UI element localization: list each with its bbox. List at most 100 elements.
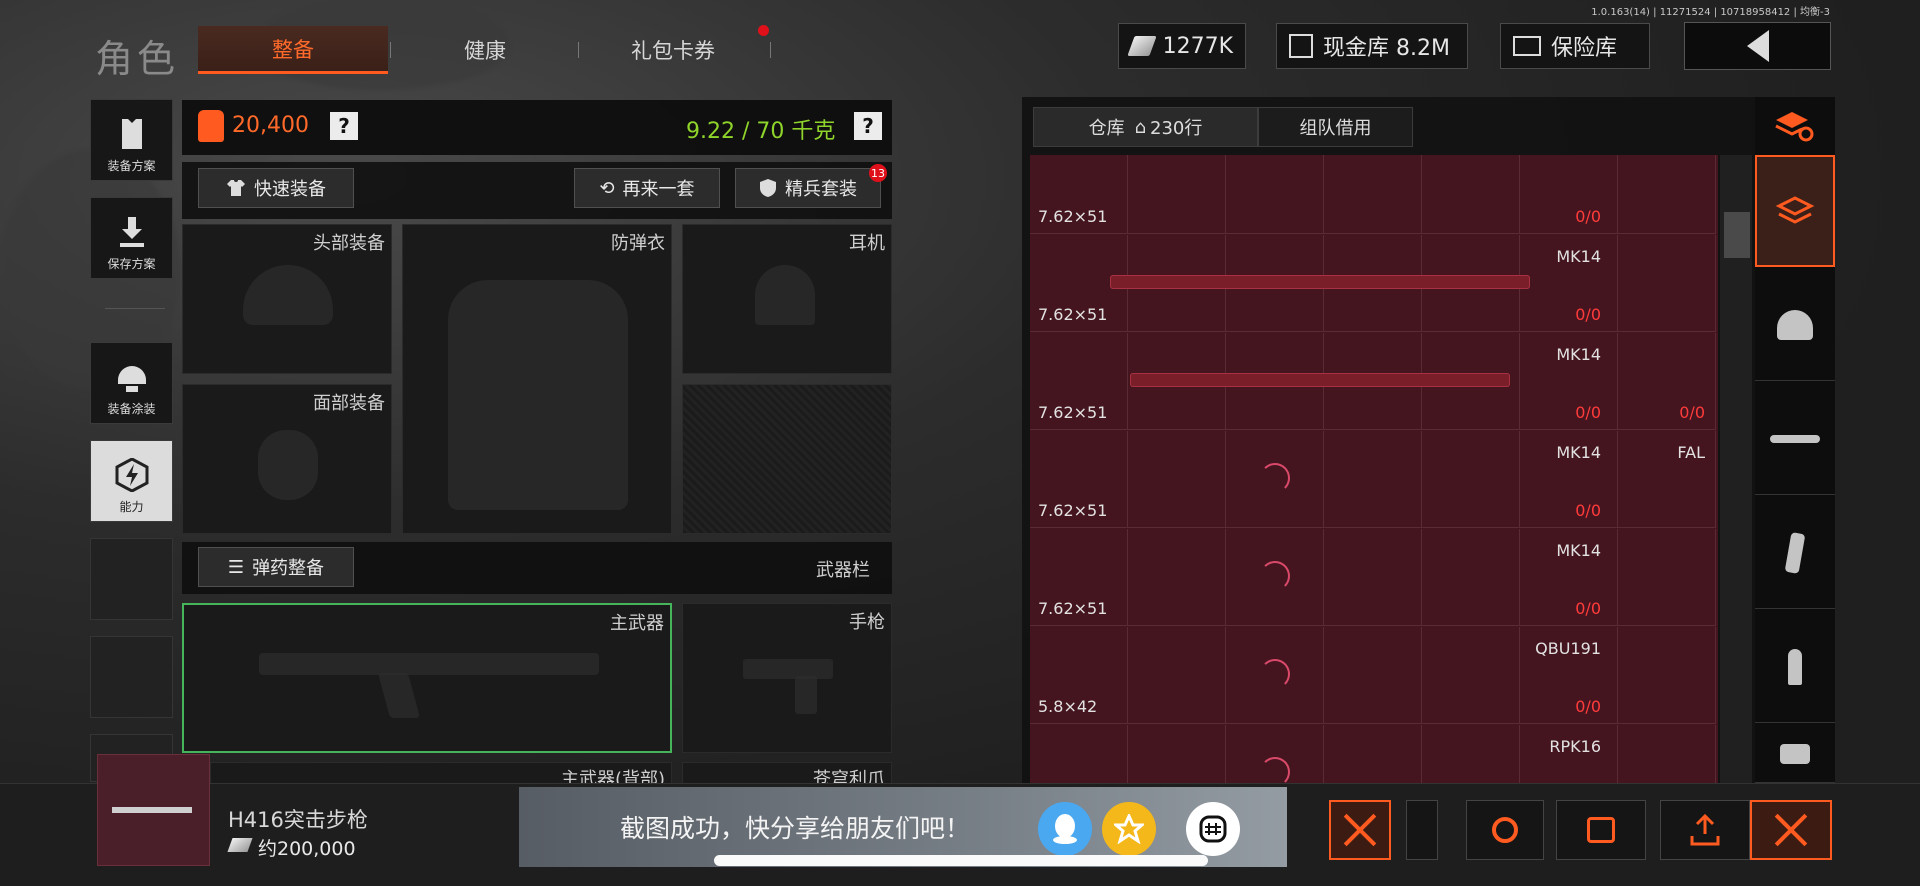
sidebar-ability[interactable]: 能力 — [90, 440, 173, 522]
stock-count-secondary: 0/0 — [1679, 403, 1705, 422]
grid-cell[interactable] — [1618, 529, 1716, 626]
warehouse-row[interactable]: 7.62×51 MK14 0/0 0/0 — [1030, 333, 1718, 430]
close-icon — [1774, 813, 1808, 847]
warehouse-row[interactable]: 5.8×42 QBU191 0/0 — [1030, 627, 1718, 724]
slot-body-armor[interactable]: 防弹衣 — [402, 224, 672, 534]
sidebar-empty-slot — [90, 636, 173, 718]
refresh-icon: ⟲ — [599, 177, 615, 199]
vault-icon — [1289, 34, 1313, 58]
grid-cell[interactable] — [1618, 155, 1716, 234]
grid-cell[interactable] — [1030, 725, 1128, 785]
warehouse-row[interactable]: 7.62×51 MK14 0/0 — [1030, 529, 1718, 626]
grid-cell[interactable] — [1128, 529, 1226, 626]
tab-team-borrow[interactable]: 组队借用 — [1258, 107, 1413, 147]
bullet-icon — [1788, 648, 1802, 685]
grid-cell[interactable] — [1128, 627, 1226, 724]
category-armor[interactable] — [1755, 725, 1835, 783]
caliber-label: 7.62×51 — [1038, 403, 1108, 422]
slot-helmet[interactable]: 头部装备 — [182, 224, 392, 374]
grid-cell[interactable] — [1422, 725, 1520, 785]
grid-cell[interactable] — [1128, 431, 1226, 528]
grid-cell[interactable] — [1226, 155, 1324, 234]
weapon-name: MK14 — [1556, 247, 1601, 266]
grid-cell[interactable] — [1324, 725, 1422, 785]
warehouse-row[interactable]: 7.62×51 0/0 — [1030, 155, 1718, 234]
qzone-share-icon[interactable] — [1102, 802, 1156, 856]
grid-cell[interactable] — [1128, 155, 1226, 234]
notification-dot — [758, 25, 769, 36]
cash-vault-button[interactable]: 现金库 8.2M — [1276, 23, 1468, 69]
search-button[interactable] — [1466, 800, 1544, 860]
ammo-loadout-button[interactable]: ☰ 弹药整备 — [198, 547, 354, 587]
game-share-icon[interactable] — [1186, 802, 1240, 856]
sidebar-save-plan[interactable]: 保存方案 — [90, 197, 173, 279]
grid-cell[interactable] — [1422, 431, 1520, 528]
download-icon — [119, 217, 144, 247]
category-rifle[interactable] — [1755, 383, 1835, 495]
slot-pistol[interactable]: 手枪 — [682, 603, 892, 753]
caliber-label: 7.62×51 — [1038, 599, 1108, 618]
helmet-icon — [1777, 309, 1813, 340]
sidebar-loadout-plan[interactable]: 装备方案 — [90, 99, 173, 181]
grid-cell[interactable] — [1324, 627, 1422, 724]
tab-loadout[interactable]: 整备 — [198, 26, 388, 74]
close-toast-button[interactable] — [1329, 800, 1391, 860]
slot-face[interactable]: 面部装备 — [182, 384, 392, 534]
tab-health[interactable]: 健康 — [390, 26, 580, 74]
category-all[interactable] — [1755, 155, 1835, 267]
equip-again-button[interactable]: ⟲ 再来一套 — [574, 168, 720, 208]
stack-refresh-icon[interactable] — [1772, 108, 1816, 144]
slot-primary-weapon[interactable]: 主武器 — [182, 603, 672, 753]
sidebar-skins[interactable]: 装备涂装 — [90, 342, 173, 424]
grid-cell[interactable] — [1618, 235, 1716, 332]
warehouse-row[interactable]: 5.45×39RPK160/00/0 — [1030, 725, 1718, 785]
elite-set-button[interactable]: 精兵套装 — [735, 168, 881, 208]
currency-display[interactable]: 1277K — [1118, 23, 1246, 69]
sort-button[interactable] — [1556, 800, 1646, 860]
shield-icon — [760, 179, 776, 197]
grid-cell[interactable] — [1618, 725, 1716, 785]
grid-cell[interactable] — [1422, 529, 1520, 626]
weapon-name: MK14 — [1556, 345, 1601, 364]
mk14-rifle-image — [1110, 275, 1530, 289]
weight-help-button[interactable]: ? — [854, 112, 882, 140]
tab-warehouse[interactable]: 仓库 ⌂ 230行 — [1033, 107, 1258, 147]
category-magazine[interactable] — [1755, 497, 1835, 609]
value-help-button[interactable]: ? — [330, 112, 358, 140]
grid-cell[interactable] — [1324, 155, 1422, 234]
stock-count: 0/0 — [1575, 403, 1601, 422]
rifle-thumbnail-icon — [112, 807, 192, 813]
selected-item-thumbnail[interactable] — [97, 754, 210, 866]
safe-button[interactable]: 保险库 — [1500, 23, 1650, 69]
weapon-name: QBU191 — [1535, 639, 1601, 658]
grid-cell[interactable] — [1128, 725, 1226, 785]
caliber-label: 5.8×42 — [1038, 697, 1098, 716]
back-button[interactable] — [1684, 22, 1831, 70]
tab-gift-coupons[interactable]: 礼包卡券 — [578, 26, 768, 74]
slot-headset[interactable]: 耳机 — [682, 224, 892, 374]
qq-share-icon[interactable] — [1038, 802, 1092, 856]
weapon-name: MK14 — [1556, 443, 1601, 462]
grid-cell[interactable] — [1520, 155, 1618, 234]
warehouse-row[interactable]: 7.62×51 MK14 0/0 — [1030, 235, 1718, 332]
scroll-thumb[interactable] — [1724, 212, 1750, 258]
blank-button[interactable] — [1406, 800, 1438, 860]
grid-cell[interactable] — [1422, 155, 1520, 234]
grid-cell[interactable] — [1422, 627, 1520, 724]
mk14-rifle-image — [1130, 373, 1510, 387]
quick-equip-button[interactable]: 快速装备 — [198, 168, 354, 208]
home-indicator — [714, 855, 1208, 866]
ammo-icon: ☰ — [227, 556, 245, 578]
grid-cell[interactable] — [1618, 627, 1716, 724]
headset-silhouette — [755, 265, 815, 325]
grid-cell[interactable] — [1324, 529, 1422, 626]
warehouse-row[interactable]: 7.62×51 MK14 0/0 FAL — [1030, 431, 1718, 528]
tab-divider — [770, 42, 771, 58]
upload-button[interactable] — [1660, 800, 1750, 860]
sort-icon — [1587, 817, 1615, 843]
category-bullet[interactable] — [1755, 611, 1835, 723]
category-helmet[interactable] — [1755, 269, 1835, 381]
close-button[interactable] — [1750, 800, 1832, 860]
armor-value-icon — [198, 110, 224, 142]
grid-cell[interactable] — [1324, 431, 1422, 528]
